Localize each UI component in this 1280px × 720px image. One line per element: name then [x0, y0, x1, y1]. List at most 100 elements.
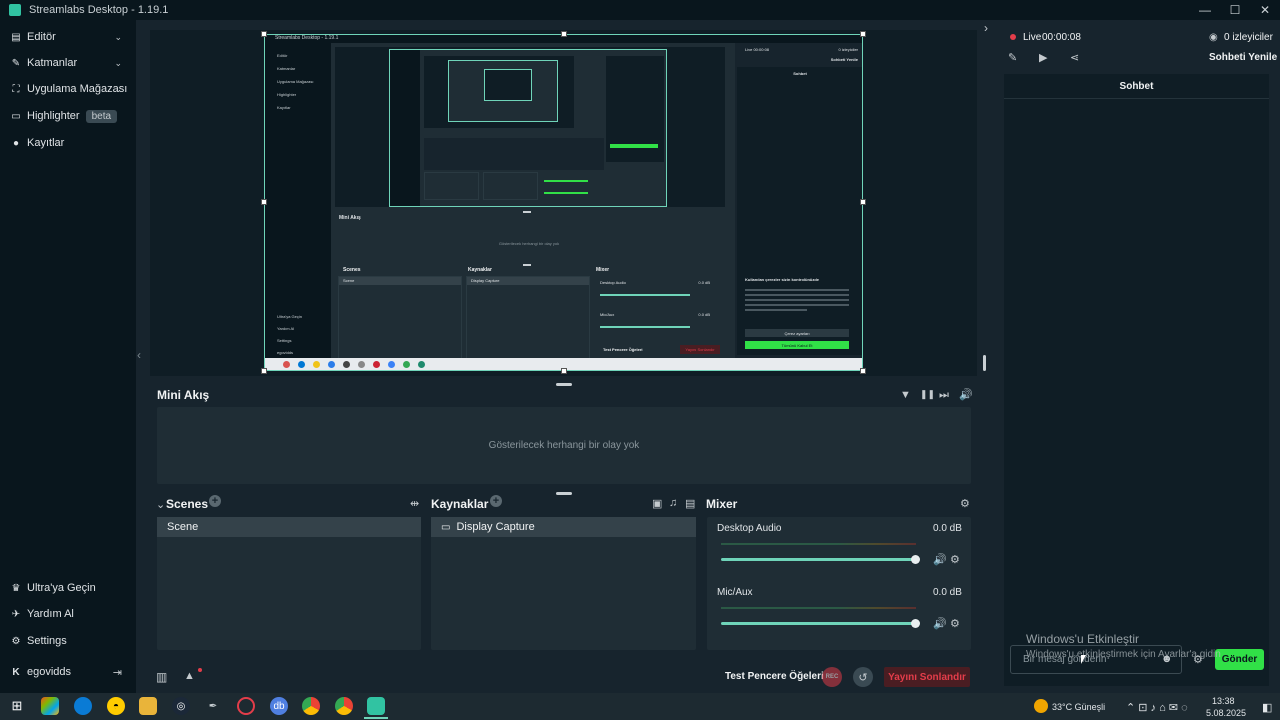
sources-title: Kaynaklar	[431, 497, 489, 511]
chrome-profile-icon[interactable]	[335, 697, 353, 715]
resize-handle[interactable]	[561, 31, 567, 37]
user-account[interactable]: K egovidds ⇥	[0, 659, 136, 685]
collapse-scenes-icon[interactable]: ⌄	[156, 498, 165, 511]
file-explorer-icon[interactable]	[139, 697, 157, 715]
chevron-right-icon[interactable]: ›	[984, 21, 988, 35]
resize-handle[interactable]	[261, 31, 267, 37]
record-button[interactable]: REC	[822, 667, 842, 687]
panel-splitter[interactable]	[556, 383, 572, 386]
resize-handle[interactable]	[860, 368, 866, 374]
chrome-icon[interactable]	[302, 697, 320, 715]
layers-icon: ✎	[11, 57, 21, 69]
source-folder-icon[interactable]: ▤	[685, 497, 695, 510]
volume-icon[interactable]: 🔊	[959, 388, 973, 401]
mixer-settings-icon[interactable]: ⚙	[960, 497, 970, 510]
chat-area	[1004, 74, 1269, 686]
volume-slider-knob[interactable]	[911, 555, 920, 564]
nested-desktop-audio: Desktop Audio	[600, 280, 626, 285]
nested-scenes-box: Scene	[338, 276, 462, 366]
snapchat-icon[interactable]: ◓	[107, 697, 125, 715]
sidebar-item-settings[interactable]: ⚙ Settings	[0, 628, 136, 654]
beta-badge: beta	[85, 109, 118, 123]
chat-title: Sohbet	[1004, 74, 1269, 99]
live-timer: 00:00:08	[1042, 32, 1081, 43]
channel-settings-icon[interactable]: ⚙	[950, 553, 960, 566]
sidebar-item-highlighter[interactable]: ▭ Highlighter beta	[0, 103, 136, 129]
source-audio-icon[interactable]: ♫	[669, 497, 677, 509]
share-icon[interactable]: ⋖	[1070, 51, 1079, 64]
sidebar-item-help[interactable]: ✈ Yardım Al	[0, 601, 136, 627]
volume-slider[interactable]	[721, 622, 916, 625]
maximize-button[interactable]: ☐	[1220, 0, 1250, 20]
tray-icons[interactable]: ⌃ ⊡ ♪ ⌂ ✉ ◌	[1126, 701, 1188, 714]
eye-icon: ◉	[1209, 32, 1218, 43]
mouse-cursor-icon	[1081, 655, 1086, 664]
sidebar-item-label: Highlighter	[27, 110, 80, 122]
store-icon: ⛶	[12, 83, 20, 95]
test-widgets-button[interactable]: Test Pencere Öğeleri	[725, 671, 824, 682]
app-icon[interactable]: db	[270, 697, 288, 715]
resize-handle[interactable]	[860, 31, 866, 37]
filter-icon[interactable]: ▼	[900, 389, 911, 401]
panel-splitter[interactable]	[556, 492, 572, 495]
refresh-chat-button[interactable]: Sohbeti Yenile	[1209, 52, 1277, 63]
resize-handle[interactable]	[261, 199, 267, 205]
nested-side-item: Kayıtlar	[277, 105, 291, 110]
stats-icon[interactable]: ▥	[156, 670, 167, 684]
scene-transitions-icon[interactable]: ⇹	[410, 497, 419, 510]
resize-handle[interactable]	[860, 199, 866, 205]
nested-end-stream: Yayını Sonlandır	[680, 345, 720, 354]
collapse-sidebar-icon[interactable]: ‹	[137, 348, 141, 362]
clock-date[interactable]: 5.08.2025	[1206, 708, 1246, 718]
skip-icon[interactable]: ⏭	[939, 389, 949, 402]
volume-slider[interactable]	[721, 558, 916, 561]
sidebar-item-ultra[interactable]: ♛ Ultra'ya Geçin	[0, 575, 136, 601]
send-button[interactable]: Gönder	[1215, 649, 1264, 670]
logout-icon[interactable]: ⇥	[113, 666, 122, 679]
resize-handle[interactable]	[561, 368, 567, 374]
pen-tool-icon[interactable]: ✒	[204, 697, 222, 715]
source-item[interactable]: ▭ Display Capture	[431, 517, 696, 537]
clock-time[interactable]: 13:38	[1212, 696, 1235, 706]
mute-icon[interactable]: 🔊	[933, 553, 947, 566]
preview-display-capture[interactable]: Streamlabs Desktop - 1.19.1 Editör Katma…	[264, 34, 863, 371]
add-source-button[interactable]: +	[490, 495, 502, 507]
nested-title: Streamlabs Desktop - 1.19.1	[275, 35, 339, 41]
camera-icon[interactable]: ▶	[1039, 51, 1047, 64]
help-icon: ✈	[11, 608, 21, 620]
resize-handle[interactable]	[261, 368, 267, 374]
alert-icon[interactable]: ▲	[184, 670, 195, 682]
opera-icon[interactable]	[237, 697, 255, 715]
replay-buffer-icon[interactable]: ↺	[853, 667, 873, 687]
sidebar-item-layers[interactable]: ✎ Katmanlar ⌄	[0, 50, 136, 76]
sidebar-item-editor[interactable]: ▤ Editör ⌄	[0, 24, 136, 50]
mini-feed-empty: Gösterilecek herhangi bir olay yok	[157, 407, 971, 484]
close-button[interactable]: ✕	[1250, 0, 1280, 20]
audio-meter	[721, 607, 916, 609]
windows-start-icon[interactable]: ⊞	[8, 697, 26, 715]
minimize-button[interactable]: —	[1190, 0, 1220, 20]
add-scene-button[interactable]: +	[209, 495, 221, 507]
channel-settings-icon[interactable]: ⚙	[950, 617, 960, 630]
scene-item[interactable]: Scene	[157, 517, 421, 537]
sidebar-item-recordings[interactable]: ● Kayıtlar	[0, 130, 136, 156]
mini-feed-title: Mini Akış	[157, 388, 210, 402]
weather-text[interactable]: 33°C Güneşli	[1052, 702, 1105, 712]
pause-icon[interactable]: ❚❚	[920, 389, 935, 400]
vertical-splitter[interactable]	[983, 355, 986, 371]
source-item-label: Display Capture	[456, 521, 535, 533]
steam-icon[interactable]: ◎	[172, 697, 190, 715]
live-label: Live	[1023, 32, 1042, 43]
ultra-icon: ♛	[11, 582, 21, 594]
edit-icon[interactable]: ✎	[1008, 51, 1017, 64]
mute-icon[interactable]: 🔊	[933, 617, 947, 630]
deep-slider	[544, 180, 588, 182]
volume-slider-knob[interactable]	[911, 619, 920, 628]
end-stream-button[interactable]: Yayını Sonlandır	[884, 667, 970, 687]
edge-icon[interactable]	[74, 697, 92, 715]
copilot-icon[interactable]	[41, 697, 59, 715]
notification-icon[interactable]: ◧	[1262, 701, 1272, 714]
source-filters-icon[interactable]: ▣	[652, 497, 662, 510]
sidebar-item-store[interactable]: ⛶ Uygulama Mağazası ⌄	[0, 76, 136, 102]
streamlabs-taskbar-icon[interactable]	[367, 697, 385, 715]
